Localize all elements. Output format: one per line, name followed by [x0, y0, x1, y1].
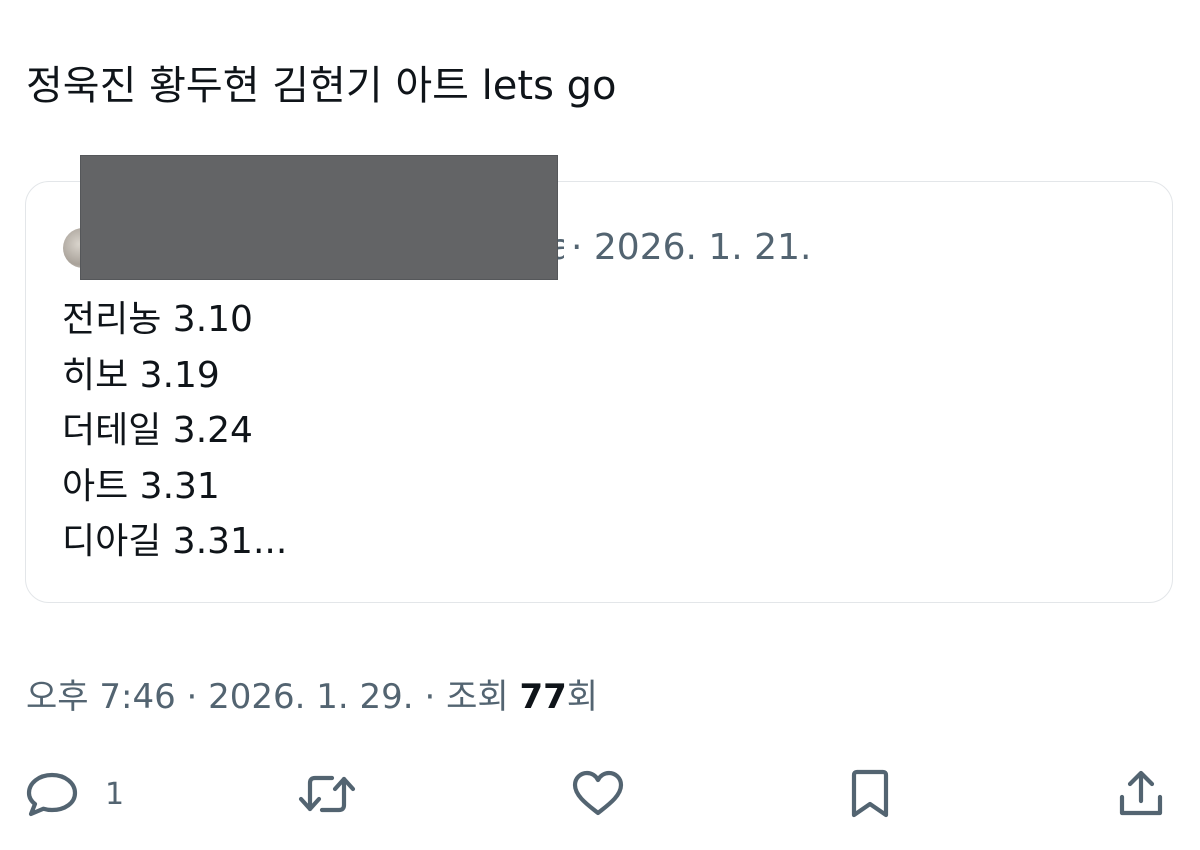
action-bar: 1 [0, 760, 1200, 830]
bookmark-button[interactable] [846, 768, 894, 820]
like-button[interactable] [570, 768, 626, 820]
quoted-tweet-line: 히보 3.19 [62, 354, 220, 396]
quoted-tweet-body: 전리농 3.10 히보 3.19 더테일 3.24 아트 3.31 디아길 3.… [62, 292, 287, 570]
quoted-tweet-line: 아트 3.31 [62, 465, 220, 507]
reply-icon [25, 769, 79, 819]
share-icon [1116, 769, 1166, 819]
tweet-detail-page: 정욱진 황두현 김현기 아트 lets go a · 2026. 1. 21. … [0, 0, 1200, 850]
post-date[interactable]: 2026. 1. 29. [208, 677, 413, 717]
repost-icon [298, 769, 356, 819]
views-suffix: 회 [566, 677, 599, 717]
quoted-tweet-date: · 2026. 1. 21. [571, 227, 812, 268]
post-meta: 오후 7:46 · 2026. 1. 29. · 조회 77회 [26, 670, 598, 724]
quoted-tweet-line: 디아길 3.31... [62, 521, 288, 562]
reply-button[interactable]: 1 [25, 768, 124, 820]
views-count: 77 [519, 677, 567, 717]
quoted-tweet-line: 더테일 3.24 [62, 410, 253, 451]
views-label: 조회 [446, 677, 509, 717]
post-time[interactable]: 오후 7:46 [26, 677, 176, 717]
repost-button[interactable] [298, 768, 356, 820]
redaction-box [80, 155, 558, 280]
quoted-tweet-line: 전리농 3.10 [62, 299, 253, 340]
heart-icon [570, 769, 626, 819]
share-button[interactable] [1116, 768, 1166, 820]
tweet-text: 정욱진 황두현 김현기 아트 lets go [26, 63, 617, 109]
bookmark-icon [846, 769, 894, 819]
meta-separator: · [186, 677, 198, 717]
meta-separator: · [424, 677, 436, 717]
reply-count: 1 [105, 776, 125, 812]
